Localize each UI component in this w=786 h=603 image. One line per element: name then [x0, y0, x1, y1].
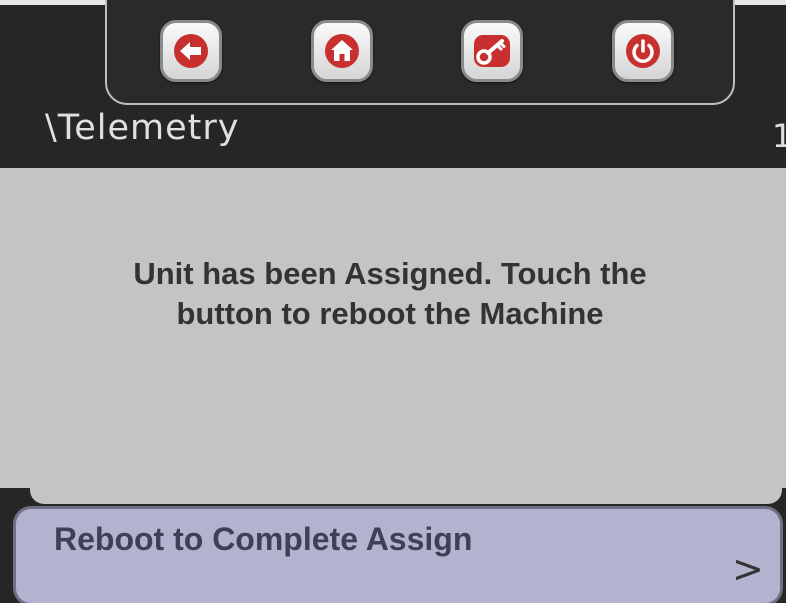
message-panel-footer: [30, 488, 782, 504]
power-button[interactable]: [612, 20, 674, 82]
key-icon: [474, 35, 510, 67]
reboot-button[interactable]: Reboot to Complete Assign >: [13, 506, 783, 603]
home-icon: [325, 34, 359, 68]
home-button[interactable]: [311, 20, 373, 82]
telemetry-screen: \Telemetry 1 Unit has been Assigned. Tou…: [0, 0, 786, 603]
message-panel: Unit has been Assigned. Touch the button…: [0, 168, 786, 488]
breadcrumb: \Telemetry: [45, 108, 240, 148]
chevron-right-icon: >: [732, 547, 764, 591]
arrow-left-icon: [174, 34, 208, 68]
reboot-button-label: Reboot to Complete Assign: [54, 521, 473, 557]
back-button[interactable]: [160, 20, 222, 82]
status-message-line-1: Unit has been Assigned. Touch the: [133, 256, 647, 291]
power-icon: [626, 34, 660, 68]
page-number: 1: [772, 117, 786, 155]
header-bar: \Telemetry 1: [0, 0, 786, 168]
status-message-line-2: button to reboot the Machine: [176, 296, 604, 331]
key-button[interactable]: [461, 20, 523, 82]
status-message: Unit has been Assigned. Touch the button…: [90, 254, 690, 334]
